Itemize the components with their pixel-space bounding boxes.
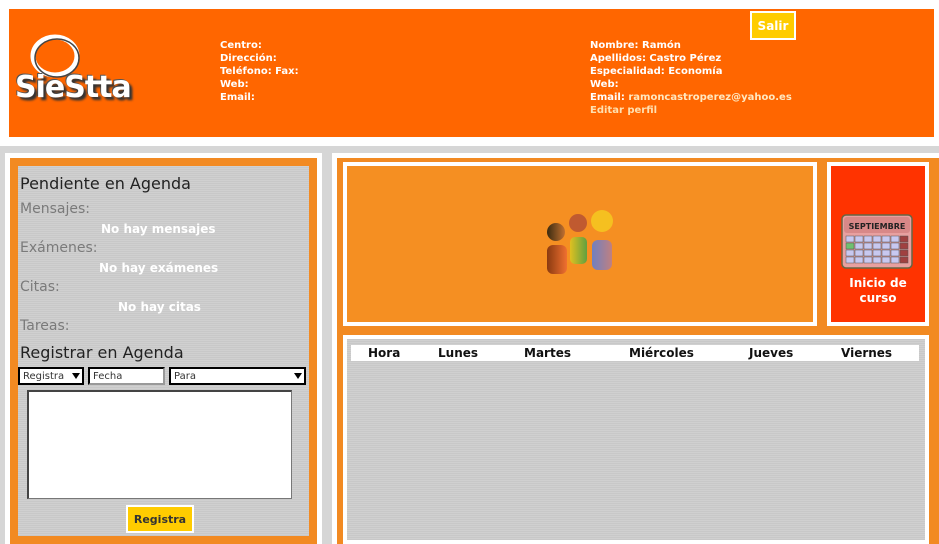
register-agenda-title: Registrar en Agenda	[20, 343, 184, 362]
tasks-label: Tareas:	[20, 318, 70, 334]
appointments-label: Citas:	[20, 279, 60, 295]
header: SieStta Centro: Dirección: Teléfono: Fax…	[0, 0, 939, 146]
calendar-caption-line2: curso	[859, 291, 897, 305]
banner	[343, 162, 817, 326]
user-web: Web:	[590, 79, 619, 90]
center-web: Web:	[220, 79, 249, 90]
calendar-caption-line1: Inicio de	[849, 276, 907, 290]
app-page: SieStta Centro: Dirección: Teléfono: Fax…	[0, 0, 939, 544]
user-info: Nombre: Ramón Apellidos: Castro Pérez Es…	[590, 39, 792, 117]
recipient-value: Para	[174, 370, 196, 382]
col-miercoles: Miércoles	[629, 346, 694, 360]
pending-agenda-title: Pendiente en Agenda	[20, 174, 191, 193]
center-phone: Teléfono: Fax:	[220, 66, 299, 77]
user-email: Email: ramoncastroperez@yahoo.es	[590, 91, 792, 104]
center-address: Dirección:	[220, 53, 277, 64]
messages-empty: No hay mensajes	[101, 222, 216, 236]
col-lunes: Lunes	[438, 346, 479, 360]
center-name: Centro:	[220, 40, 262, 51]
col-martes: Martes	[524, 346, 571, 360]
people-logo-icon	[547, 210, 613, 274]
calendar-icon: SEPTIEMBRE	[841, 214, 913, 269]
user-name: Nombre: Ramón	[590, 40, 681, 51]
header-bar: SieStta Centro: Dirección: Teléfono: Fax…	[9, 9, 934, 137]
entry-type-select[interactable]: Registra	[18, 367, 84, 385]
col-hora: Hora	[368, 346, 401, 360]
user-surname: Apellidos: Castro Pérez	[590, 53, 722, 64]
entry-type-value: Registra	[23, 370, 65, 382]
chevron-down-icon	[294, 373, 302, 379]
schedule-header-row: Hora Lunes Martes Miércoles Jueves Viern…	[351, 345, 919, 361]
col-viernes: Viernes	[841, 346, 893, 360]
user-email-value: ramoncastroperez@yahoo.es	[628, 92, 792, 103]
user-email-label: Email:	[590, 92, 625, 103]
agenda-panel-outer: Pendiente en Agenda Mensajes: No hay men…	[5, 153, 322, 544]
calendar-caption: Inicio de curso	[831, 276, 925, 306]
schedule-box: Hora Lunes Martes Miércoles Jueves Viern…	[343, 335, 929, 544]
recipient-select[interactable]: Para	[169, 367, 306, 385]
chevron-down-icon	[72, 373, 80, 379]
messages-label: Mensajes:	[20, 201, 90, 217]
date-input[interactable]: Fecha	[88, 367, 165, 385]
center-email: Email:	[220, 92, 255, 103]
register-button[interactable]: Registra	[126, 505, 194, 533]
user-specialty: Especialidad: Economía	[590, 66, 723, 77]
main-area-outer: SEPTIEMBRE Inicio de curso Hora Lunes Ma…	[332, 153, 939, 544]
entry-textarea[interactable]	[27, 390, 292, 499]
exams-empty: No hay exámenes	[99, 261, 219, 275]
appointments-empty: No hay citas	[118, 300, 201, 314]
logo-text: SieStta	[15, 70, 132, 105]
calendar-month: SEPTIEMBRE	[849, 222, 906, 231]
col-jueves: Jueves	[749, 346, 794, 360]
exams-label: Exámenes:	[20, 240, 98, 256]
calendar-widget[interactable]: SEPTIEMBRE Inicio de curso	[827, 162, 929, 326]
agenda-panel-frame: Pendiente en Agenda Mensajes: No hay men…	[10, 158, 317, 544]
edit-profile-link[interactable]: Editar perfil	[590, 104, 792, 117]
center-info: Centro: Dirección: Teléfono: Fax: Web: E…	[220, 39, 299, 104]
date-input-text: Fecha	[93, 370, 123, 382]
siestta-logo: SieStta	[15, 34, 145, 114]
logout-button[interactable]: Salir	[750, 11, 796, 40]
main-area-frame: SEPTIEMBRE Inicio de curso Hora Lunes Ma…	[337, 158, 939, 544]
agenda-panel: Pendiente en Agenda Mensajes: No hay men…	[18, 166, 309, 536]
schedule-table: Hora Lunes Martes Miércoles Jueves Viern…	[347, 339, 925, 540]
